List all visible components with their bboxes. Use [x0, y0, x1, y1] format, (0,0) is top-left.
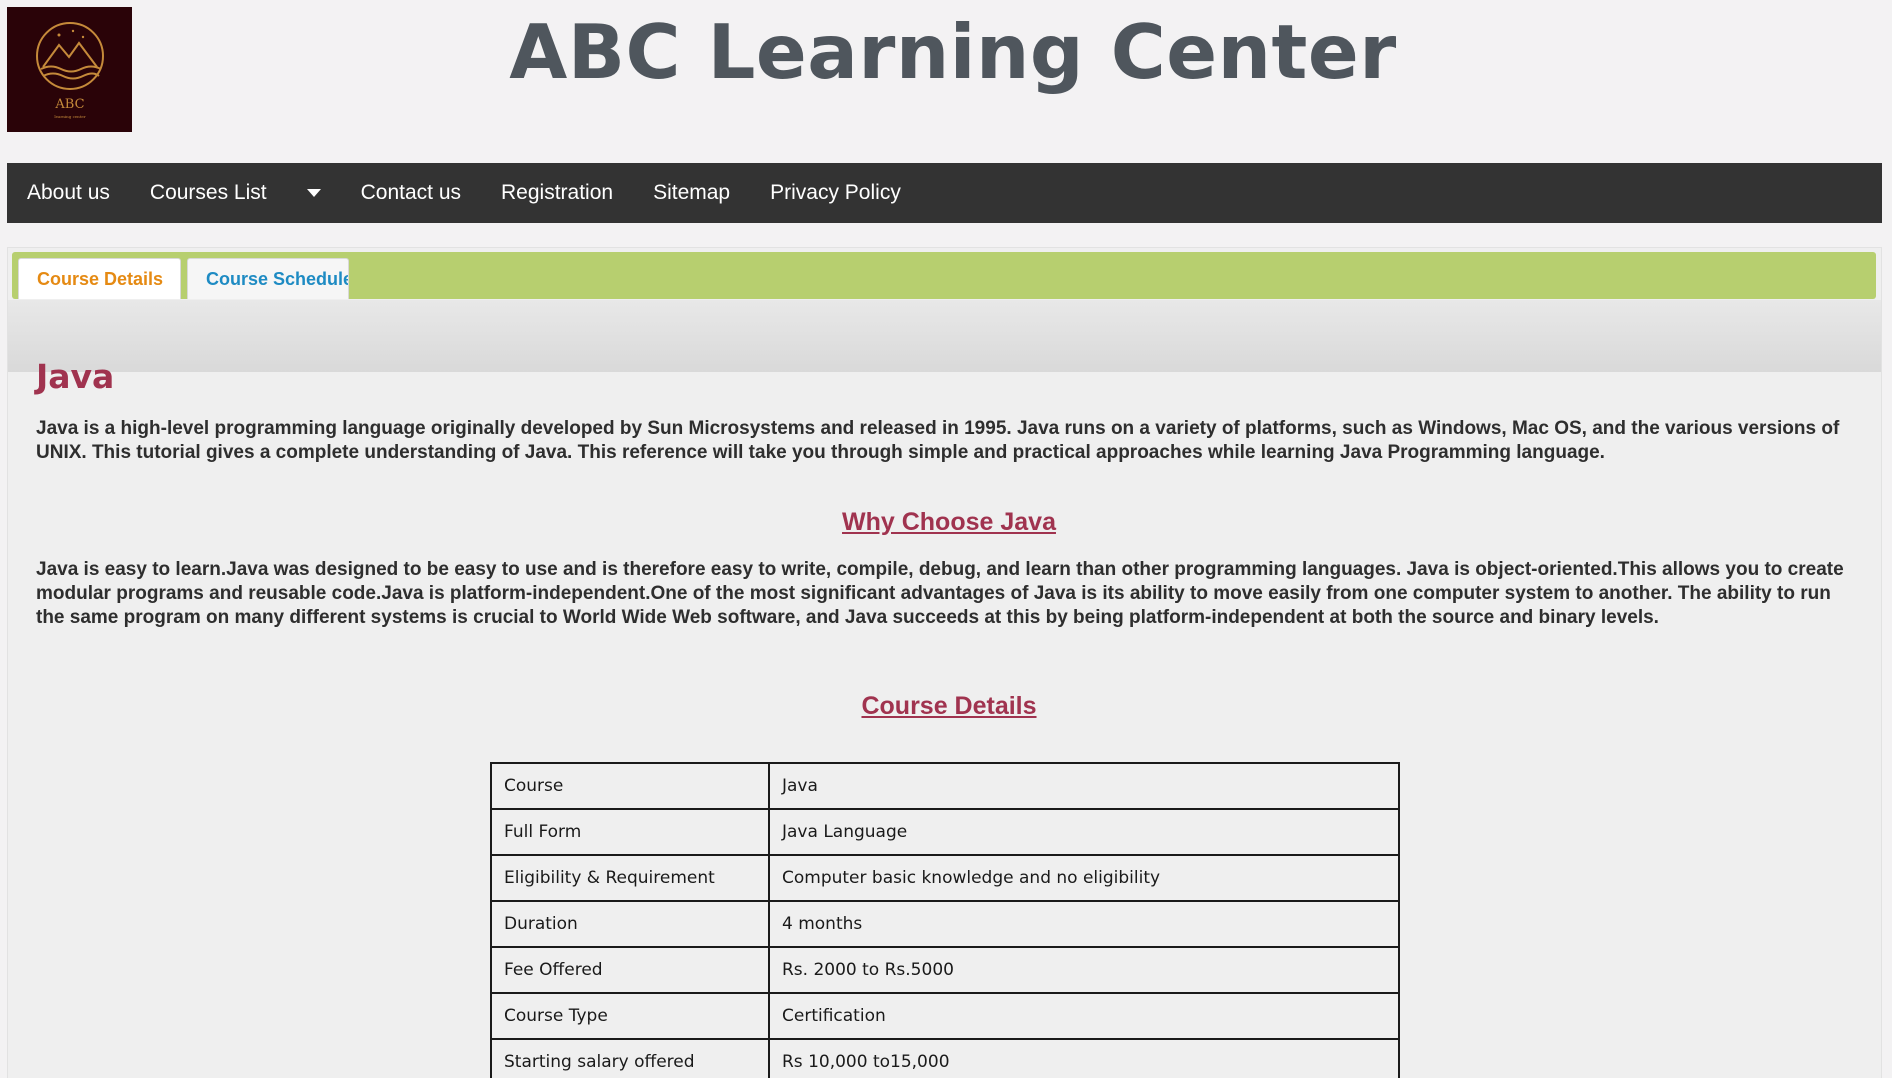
table-key: Fee Offered	[490, 946, 770, 994]
tab-course-details[interactable]: Course Details	[18, 258, 181, 299]
why-choose-text: Java is easy to learn.Java was designed …	[36, 559, 1844, 628]
nav-registration[interactable]: Registration	[481, 163, 633, 223]
table-value: Certification	[768, 992, 1400, 1040]
tab-course-schedule[interactable]: Course Schedule	[187, 258, 349, 299]
table-key: Full Form	[490, 808, 770, 856]
table-value: 4 months	[768, 900, 1400, 948]
svg-text:ABC: ABC	[54, 97, 84, 112]
course-intro: Java is a high-level programming languag…	[36, 418, 1840, 463]
table-row: Starting salary offered Rs 10,000 to15,0…	[490, 1038, 1400, 1078]
table-key: Course	[490, 762, 770, 810]
table-key: Eligibility & Requirement	[490, 854, 770, 902]
nav-about-us[interactable]: About us	[7, 163, 130, 223]
table-row: Duration 4 months	[490, 900, 1400, 948]
nav-contact-us[interactable]: Contact us	[341, 163, 481, 223]
nav-sitemap[interactable]: Sitemap	[633, 163, 750, 223]
table-row: Fee Offered Rs. 2000 to Rs.5000	[490, 946, 1400, 994]
course-details-heading: Course Details	[861, 692, 1037, 720]
caret-down-icon[interactable]	[306, 189, 321, 197]
table-row: Course Type Certification	[490, 992, 1400, 1040]
table-value: Java Language	[768, 808, 1400, 856]
nav-privacy-policy[interactable]: Privacy Policy	[750, 163, 921, 223]
tab-bar: Course Details Course Schedule	[12, 252, 1876, 299]
course-details-table: Course Java Full Form Java Language Elig…	[490, 762, 1400, 1078]
why-choose-heading: Why Choose Java	[842, 508, 1056, 536]
nav-courses-list[interactable]: Courses List	[130, 163, 287, 223]
course-title: Java	[36, 357, 115, 396]
main-nav: About us Courses List Contact us Registr…	[7, 163, 1882, 223]
table-key: Duration	[490, 900, 770, 948]
table-key: Starting salary offered	[490, 1038, 770, 1078]
table-row: Course Java	[490, 762, 1400, 810]
table-value: Java	[768, 762, 1400, 810]
table-row: Full Form Java Language	[490, 808, 1400, 856]
tab-content-header	[8, 300, 1881, 372]
table-key: Course Type	[490, 992, 770, 1040]
svg-text:learning center: learning center	[54, 114, 85, 119]
table-value: Computer basic knowledge and no eligibil…	[768, 854, 1400, 902]
table-value: Rs 10,000 to15,000	[768, 1038, 1400, 1078]
table-value: Rs. 2000 to Rs.5000	[768, 946, 1400, 994]
site-title: ABC Learning Center	[509, 8, 1397, 96]
table-row: Eligibility & Requirement Computer basic…	[490, 854, 1400, 902]
